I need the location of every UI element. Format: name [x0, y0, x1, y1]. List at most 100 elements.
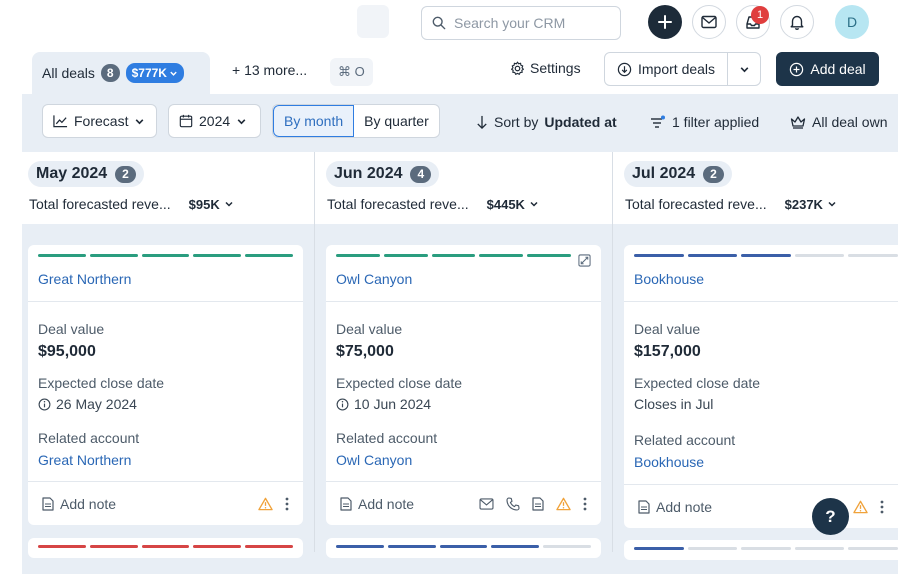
deal-card[interactable]: Great Northern Deal value $95,000 Expect…	[28, 245, 303, 525]
stage-progress	[624, 547, 898, 550]
related-account-link[interactable]: Owl Canyon	[326, 452, 601, 468]
add-note-button[interactable]: Add note	[638, 499, 712, 515]
settings-label: Settings	[530, 60, 581, 76]
close-date-value: Closes in Jul	[634, 396, 714, 412]
note-icon	[340, 496, 352, 511]
month-label: Jul 2024	[632, 165, 696, 182]
phone-icon[interactable]	[506, 496, 520, 511]
card-actions	[479, 496, 587, 511]
year-label: 2024	[199, 113, 231, 129]
more-options-icon[interactable]	[285, 497, 289, 511]
card-footer: Add note	[28, 481, 303, 525]
stage-segment	[141, 545, 190, 548]
stage-segment	[439, 545, 488, 548]
more-options-icon[interactable]	[880, 500, 884, 514]
user-avatar[interactable]: D	[835, 5, 869, 39]
forecast-summary[interactable]: Total forecasted reve... $445K	[327, 196, 539, 212]
stage-segment	[687, 547, 738, 550]
forecast-amount: $95K	[188, 196, 220, 212]
column-header-jun: Jun 2024 4	[326, 161, 440, 187]
stage-segment	[687, 254, 738, 257]
stage-segment	[543, 545, 591, 548]
deal-value: $95,000	[38, 343, 96, 360]
stage-segment	[387, 545, 436, 548]
month-count-badge: 4	[410, 165, 432, 183]
year-dropdown[interactable]: 2024	[168, 104, 261, 138]
deal-card[interactable]: Bookhouse Deal value $157,000 Expected c…	[624, 245, 898, 528]
stage-progress	[28, 254, 303, 257]
add-note-button[interactable]: Add note	[42, 496, 116, 512]
warning-icon[interactable]	[258, 497, 273, 511]
stage-segment	[848, 547, 898, 550]
tab-amount-badge: $777K	[125, 63, 184, 83]
import-options-button[interactable]	[728, 53, 760, 85]
info-icon	[38, 398, 51, 411]
deal-title[interactable]: Owl Canyon	[326, 271, 601, 287]
search-box[interactable]	[421, 6, 621, 40]
month-pill: Jun 2024 4	[326, 161, 440, 187]
month-count-badge: 2	[115, 165, 136, 183]
import-deals-button[interactable]: Import deals	[605, 53, 729, 85]
warning-icon[interactable]	[853, 500, 868, 514]
filter-button[interactable]: 1 filter applied	[650, 114, 759, 130]
deal-title[interactable]: Bookhouse	[624, 271, 898, 287]
sort-field: Updated at	[544, 114, 617, 130]
close-date-value: 26 May 2024	[56, 396, 137, 412]
column-header-may: May 2024 2	[28, 161, 144, 187]
by-quarter-button[interactable]: By quarter	[354, 105, 439, 137]
forecast-summary[interactable]: Total forecasted reve... $95K	[29, 196, 234, 212]
card-divider	[326, 301, 601, 302]
note-icon	[638, 499, 650, 514]
month-label: Jun 2024	[334, 165, 403, 182]
more-tabs-button[interactable]: + 13 more...	[232, 62, 307, 78]
stage-segment	[193, 254, 242, 257]
owner-filter-label: All deal own	[812, 114, 888, 130]
forecast-amount: $445K	[486, 196, 525, 212]
add-note-button[interactable]: Add note	[340, 496, 414, 512]
forecast-value: $95K	[189, 197, 234, 212]
related-account-label: Related account	[38, 430, 140, 446]
deal-title[interactable]: Great Northern	[28, 271, 303, 287]
forecast-value: $445K	[487, 197, 539, 212]
more-options-icon[interactable]	[583, 497, 587, 511]
filter-label: 1 filter applied	[672, 114, 760, 130]
deal-card-partial[interactable]	[326, 538, 601, 558]
deal-value: $157,000	[634, 343, 701, 360]
tab-all-deals[interactable]: All deals 8 $777K	[32, 52, 210, 94]
stage-segment	[491, 545, 540, 548]
add-deal-button[interactable]: Add deal	[776, 52, 879, 86]
mail-button[interactable]	[692, 5, 726, 39]
create-button[interactable]	[648, 5, 682, 39]
owner-filter-button[interactable]: All deal own	[790, 114, 888, 130]
plus-circle-icon	[789, 62, 804, 77]
stage-segment	[794, 254, 845, 257]
search-input[interactable]	[454, 15, 614, 31]
notification-badge: 1	[751, 6, 769, 24]
card-divider	[624, 301, 898, 302]
forecast-summary[interactable]: Total forecasted reve... $237K	[625, 196, 837, 212]
by-month-button[interactable]: By month	[273, 105, 355, 137]
related-account-link[interactable]: Great Northern	[28, 452, 303, 468]
expand-icon[interactable]	[578, 254, 591, 267]
deal-card[interactable]: Owl Canyon Deal value $75,000 Expected c…	[326, 245, 601, 525]
forecast-label: Total forecasted reve...	[29, 196, 171, 212]
sort-button[interactable]: Sort by Updated at	[476, 114, 617, 130]
notifications-button[interactable]	[780, 5, 814, 39]
deal-card-partial[interactable]	[28, 538, 303, 558]
settings-button[interactable]: Settings	[510, 60, 581, 76]
related-account-link[interactable]: Bookhouse	[624, 454, 898, 470]
import-deals-label: Import deals	[638, 61, 716, 77]
column-divider	[612, 152, 613, 552]
forecast-label: Total forecasted reve...	[327, 196, 469, 212]
document-icon[interactable]	[532, 496, 544, 511]
deal-card-partial[interactable]	[624, 540, 898, 560]
help-button[interactable]: ?	[812, 498, 849, 535]
chevron-down-icon	[134, 116, 145, 127]
gear-icon	[510, 61, 525, 76]
stage-segment	[848, 254, 898, 257]
close-date-label: Expected close date	[38, 375, 165, 391]
more-tabs-label: + 13 more...	[232, 62, 308, 78]
mail-icon[interactable]	[479, 497, 494, 510]
view-type-dropdown[interactable]: Forecast	[42, 104, 157, 138]
warning-icon[interactable]	[556, 497, 571, 511]
